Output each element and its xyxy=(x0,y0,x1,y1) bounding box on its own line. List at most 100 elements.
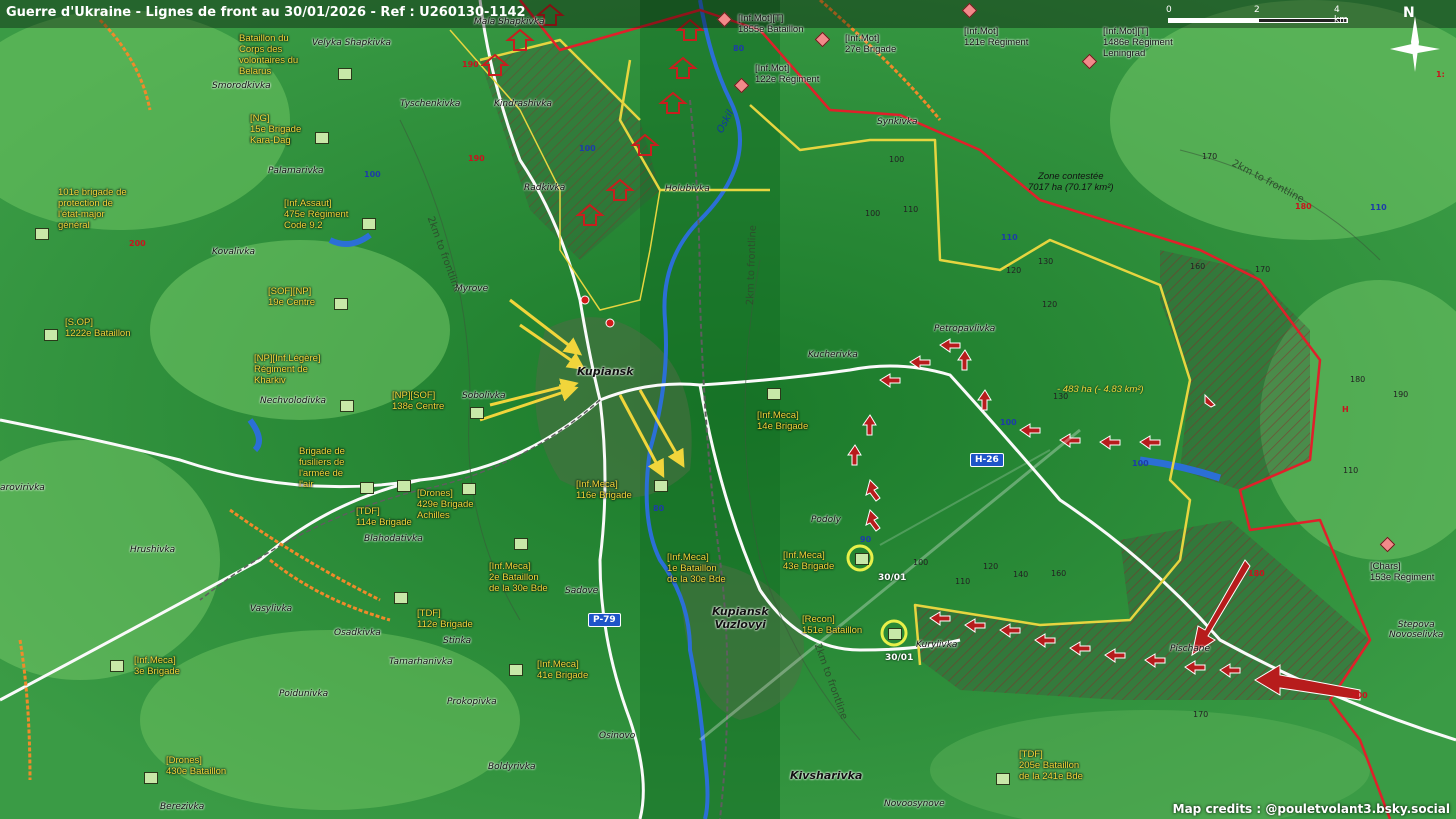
unit-symbol[interactable] xyxy=(110,660,124,672)
unit-symbol[interactable] xyxy=(340,400,354,412)
town-label: Sobolivka xyxy=(462,391,506,401)
town-label: Tamarhanivka xyxy=(389,657,453,667)
unit-label: [NG] 15e Brigade Kara-Dag xyxy=(250,113,302,146)
elevation-label: 190 xyxy=(468,154,485,163)
enemy-unit-label: [Inf.Mot] 27e Brigade xyxy=(845,33,897,55)
road-number: 90 xyxy=(860,535,872,544)
town-label: Kivsharivka xyxy=(790,769,863,782)
town-label: Poidunivka xyxy=(279,689,329,699)
unit-symbol[interactable] xyxy=(509,664,523,676)
unit-label: [TDF] 112e Brigade xyxy=(417,608,473,630)
unit-symbol[interactable] xyxy=(360,482,374,494)
unit-label: [SOF][NP] 19e Centre xyxy=(268,286,316,308)
elevation-label: 170 xyxy=(1202,152,1218,161)
elevation-label: 100 xyxy=(865,209,881,218)
unit-symbol[interactable] xyxy=(44,329,58,341)
unit-label: [NP][SOF] 138e Centre xyxy=(392,390,445,412)
elevation-label: 160 xyxy=(1190,262,1206,271)
town-label: arovirivka xyxy=(0,483,45,493)
unit-label: [Inf.Meca] 14e Brigade xyxy=(757,410,809,432)
elevation-label: 110 xyxy=(1370,203,1387,212)
town-label: Velyka Shapkivka xyxy=(312,38,391,48)
unit-symbol[interactable] xyxy=(514,538,528,550)
town-label: Prokopivka xyxy=(447,697,497,707)
town-label: Sadove xyxy=(565,586,599,596)
elevation-label: 100 xyxy=(364,170,381,179)
unit-label: [TDF] 114e Brigade xyxy=(356,506,412,528)
elevation-label: 100 xyxy=(889,155,905,164)
unit-label: [Inf.Meca] 3e Brigade xyxy=(134,655,180,677)
town-label: Pischane xyxy=(1170,644,1211,654)
unit-label: [Inf.Assaut] 475e Régiment Code 9.2 xyxy=(284,198,349,231)
town-label: Mala Shapkivka xyxy=(474,17,545,27)
unit-symbol[interactable] xyxy=(334,298,348,310)
town-label: Nechvolodivka xyxy=(260,396,327,406)
town-label: Synkivka xyxy=(877,117,918,127)
town-label: Kindrashivka xyxy=(494,99,552,109)
scale-segment xyxy=(1168,18,1258,23)
unit-symbol[interactable] xyxy=(855,553,869,565)
unit-symbol[interactable] xyxy=(394,592,408,604)
unit-label: [Inf.Meca] 116e Brigade xyxy=(576,479,632,501)
town-label: Hrushivka xyxy=(130,545,176,555)
unit-label: [Drones] 430e Bataillon xyxy=(166,755,227,777)
unit-symbol[interactable] xyxy=(996,773,1010,785)
unit-symbol[interactable] xyxy=(338,68,352,80)
unit-label: [S.OP] 1222e Bataillon xyxy=(65,317,131,339)
elevation-label: 110 xyxy=(1001,233,1018,242)
town-label: Petropavlivka xyxy=(934,324,996,334)
elevation-label: 160 xyxy=(1051,569,1067,578)
unit-label: Brigade de fusiliers de l'armée de l'air xyxy=(299,446,345,490)
elevation-label: 100 xyxy=(1000,418,1017,427)
town-label: Vasylivka xyxy=(250,604,293,614)
town-label: Stepova Novoselivka xyxy=(1389,620,1444,640)
elevation-label: 100 xyxy=(913,558,929,567)
unit-label: [Inf.Meca] 41e Brigade xyxy=(537,659,589,681)
unit-symbol[interactable] xyxy=(462,483,476,495)
scale-bar: 0 2 4 km xyxy=(1166,4,1352,26)
elevation-label: 180 xyxy=(1248,569,1265,578)
road-number: 80 xyxy=(733,44,745,53)
town-label: Holubivka xyxy=(665,184,710,194)
enemy-unit-label: [Chars] 153e Régiment xyxy=(1370,561,1435,583)
unit-label: Bataillon du Corps des volontaires du Be… xyxy=(239,33,299,77)
town-label: Smorodkivka xyxy=(212,81,271,91)
town-label: Radkivka xyxy=(524,183,566,193)
town-label: Kupiansk xyxy=(577,365,634,378)
town-label: Podoly xyxy=(811,515,841,525)
unit-symbol[interactable] xyxy=(144,772,158,784)
unit-symbol[interactable] xyxy=(888,628,902,640)
enemy-unit-label: [Inf.Mot] 122e Régiment xyxy=(755,63,820,85)
elevation-label: 140 xyxy=(1013,570,1029,579)
road-badge: P-79 xyxy=(588,613,621,627)
unit-label: [TDF] 205e Bataillon de la 241e Bde xyxy=(1019,749,1083,782)
unit-symbol[interactable] xyxy=(315,132,329,144)
elevation-label: 120 xyxy=(1042,300,1058,309)
town-label: Kurylivka xyxy=(916,640,958,650)
elevation-label: 110 xyxy=(903,205,919,214)
town-label: Osadkivka xyxy=(334,628,381,638)
unit-symbol[interactable] xyxy=(654,480,668,492)
enemy-unit-label: [Inf.Mot][T] 1486e Régiment Leningrad xyxy=(1103,26,1173,59)
town-label: Blahodativka xyxy=(364,534,423,544)
road-number: 80 xyxy=(653,504,665,513)
enemy-unit-label: [Inf.Mot] 121e Régiment xyxy=(964,26,1029,48)
map-marker-letter: H xyxy=(1342,405,1349,414)
town-label: Berezivka xyxy=(160,802,205,812)
date-marker: 30/01 xyxy=(878,573,907,583)
town-label: Boldyrivka xyxy=(488,762,536,772)
unit-label: [Recon] 151e Bataillon xyxy=(802,614,863,636)
elevation-label: 200 xyxy=(129,239,146,248)
town-label: Kovalivka xyxy=(212,247,255,257)
date-marker: 30/01 xyxy=(885,653,914,663)
unit-symbol[interactable] xyxy=(362,218,376,230)
unit-symbol[interactable] xyxy=(397,480,411,492)
town-label: Novoosynove xyxy=(884,799,945,809)
unit-symbol[interactable] xyxy=(767,388,781,400)
elevation-label: 170 xyxy=(1255,265,1271,274)
town-label: Tyschenkivka xyxy=(400,99,461,109)
unit-symbol[interactable] xyxy=(470,407,484,419)
elevation-label: 1: xyxy=(1436,70,1445,79)
unit-symbol[interactable] xyxy=(35,228,49,240)
map-canvas[interactable]: Guerre d'Ukraine - Lignes de front au 30… xyxy=(0,0,1456,819)
